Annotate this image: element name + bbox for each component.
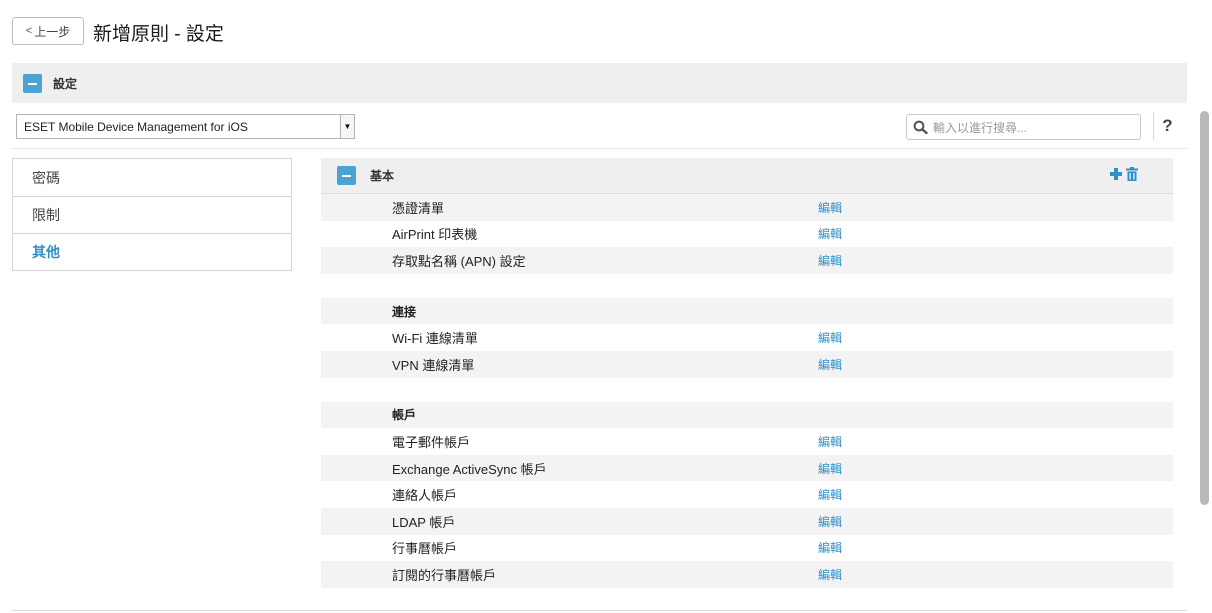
category-row-accounts: 帳戶 bbox=[321, 401, 1173, 429]
setting-name: 存取點名稱 (APN) 設定 bbox=[392, 253, 526, 269]
setting-row: LDAP 帳戶 編輯 bbox=[321, 507, 1173, 535]
search-input[interactable]: 輸入以進行搜尋... bbox=[906, 114, 1141, 140]
setting-row: 連絡人帳戶 編輯 bbox=[321, 481, 1173, 508]
divider bbox=[12, 610, 1187, 611]
edit-link[interactable]: 編輯 bbox=[818, 433, 842, 450]
search-placeholder: 輸入以進行搜尋... bbox=[933, 120, 1028, 135]
back-button[interactable]: < 上一步 bbox=[12, 17, 84, 45]
setting-row: 憑證清單 編輯 bbox=[321, 194, 1173, 221]
setting-row: 訂閱的行事曆帳戶 編輯 bbox=[321, 561, 1173, 588]
edit-link[interactable]: 編輯 bbox=[818, 513, 842, 530]
product-select[interactable]: ESET Mobile Device Management for iOS ▼ bbox=[16, 114, 355, 139]
edit-link[interactable]: 編輯 bbox=[818, 252, 842, 269]
category-title: 帳戶 bbox=[392, 408, 417, 423]
edit-link[interactable]: 編輯 bbox=[818, 356, 842, 373]
setting-row: Wi-Fi 連線清單 編輯 bbox=[321, 324, 1173, 351]
setting-row: Exchange ActiveSync 帳戶 編輯 bbox=[321, 454, 1173, 482]
group-title: 基本 bbox=[370, 169, 395, 183]
setting-name: 憑證清單 bbox=[392, 200, 445, 216]
group-actions bbox=[1110, 167, 1138, 181]
category-nav: 密碼 限制 其他 bbox=[12, 158, 292, 271]
setting-row: AirPrint 印表機 編輯 bbox=[321, 221, 1173, 248]
nav-item-restrictions[interactable]: 限制 bbox=[13, 196, 291, 233]
setting-name: AirPrint 印表機 bbox=[392, 227, 478, 243]
setting-name: Wi-Fi 連線清單 bbox=[392, 331, 478, 347]
edit-link[interactable]: 編輯 bbox=[818, 199, 842, 216]
settings-panel: 基本 憑證清單 編輯 AirPrint 印表機 編輯 存取點名稱 (APN) 設… bbox=[321, 158, 1173, 588]
collapse-group-icon[interactable] bbox=[337, 166, 356, 185]
trash-icon[interactable] bbox=[1126, 167, 1138, 181]
edit-link[interactable]: 編輯 bbox=[818, 460, 842, 477]
edit-link[interactable]: 編輯 bbox=[818, 539, 842, 556]
product-select-value: ESET Mobile Device Management for iOS bbox=[24, 119, 248, 134]
setting-row: VPN 連線清單 編輯 bbox=[321, 350, 1173, 378]
setting-name: LDAP 帳戶 bbox=[392, 514, 456, 530]
setting-name: 連絡人帳戶 bbox=[392, 488, 458, 504]
collapse-section-icon[interactable] bbox=[23, 73, 42, 93]
setting-name: 訂閱的行事曆帳戶 bbox=[392, 567, 497, 583]
back-button-label: 上一步 bbox=[34, 24, 71, 39]
settings-section-header[interactable]: 設定 bbox=[12, 63, 1187, 103]
setting-row: 電子郵件帳戶 編輯 bbox=[321, 428, 1173, 455]
nav-item-other[interactable]: 其他 bbox=[13, 233, 291, 270]
add-icon[interactable] bbox=[1110, 168, 1122, 180]
scrollbar-thumb[interactable] bbox=[1200, 111, 1209, 505]
section-title: 設定 bbox=[53, 76, 78, 91]
category-title: 連接 bbox=[392, 304, 417, 319]
top-bar: < 上一步 新增原則 - 設定 bbox=[0, 0, 1212, 62]
chevron-left-icon: < bbox=[25, 25, 33, 37]
edit-link[interactable]: 編輯 bbox=[818, 225, 842, 242]
setting-name: VPN 連線清單 bbox=[392, 357, 475, 373]
settings-list: 憑證清單 編輯 AirPrint 印表機 編輯 存取點名稱 (APN) 設定 編… bbox=[321, 194, 1173, 588]
setting-name: 電子郵件帳戶 bbox=[392, 434, 471, 450]
setting-row: 行事曆帳戶 編輯 bbox=[321, 535, 1173, 562]
edit-link[interactable]: 編輯 bbox=[818, 486, 842, 503]
search-icon bbox=[913, 120, 929, 134]
page-title: 新增原則 - 設定 bbox=[93, 24, 224, 45]
setting-row: 存取點名稱 (APN) 設定 編輯 bbox=[321, 247, 1173, 274]
nav-item-password[interactable]: 密碼 bbox=[13, 159, 291, 196]
setting-name: Exchange ActiveSync 帳戶 bbox=[392, 461, 547, 477]
help-button[interactable]: ? bbox=[1153, 112, 1181, 140]
category-row-connection: 連接 bbox=[321, 297, 1173, 325]
divider bbox=[12, 148, 1187, 149]
dropdown-arrow-icon[interactable]: ▼ bbox=[340, 115, 354, 138]
edit-link[interactable]: 編輯 bbox=[818, 566, 842, 583]
edit-link[interactable]: 編輯 bbox=[818, 329, 842, 346]
setting-name: 行事曆帳戶 bbox=[392, 541, 458, 557]
group-header-basic[interactable]: 基本 bbox=[321, 158, 1173, 194]
